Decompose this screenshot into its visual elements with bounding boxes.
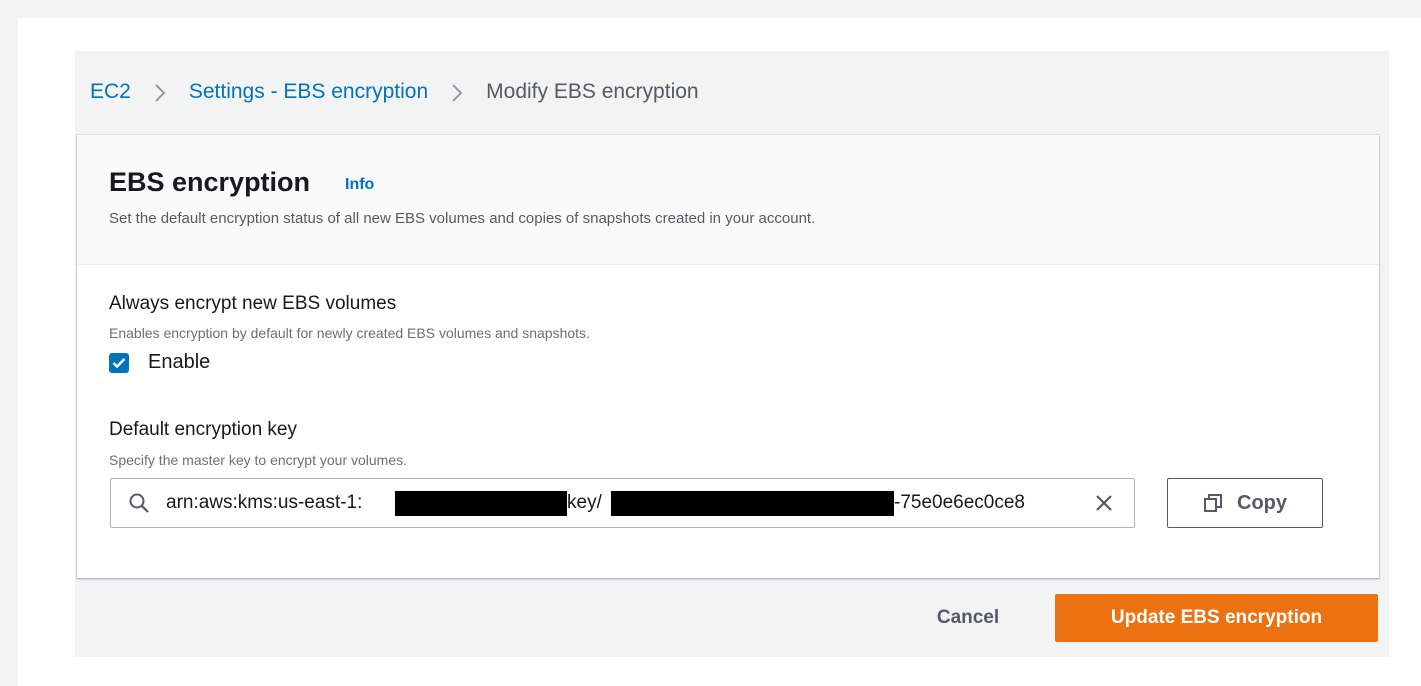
- checkmark-icon: [112, 357, 126, 368]
- redaction-bar: [611, 491, 894, 516]
- copy-icon: [1204, 494, 1222, 512]
- key-value-suffix: -75e0e6ec0ce8: [894, 492, 1025, 513]
- redaction-bar: [395, 491, 567, 516]
- cancel-button[interactable]: Cancel: [920, 603, 1016, 633]
- update-ebs-encryption-button[interactable]: Update EBS encryption: [1055, 594, 1378, 642]
- copy-button[interactable]: Copy: [1167, 478, 1323, 528]
- enable-checkbox-row[interactable]: Enable: [109, 351, 210, 374]
- always-encrypt-description: Enables encryption by default for newly …: [109, 325, 590, 341]
- enable-checkbox-label: Enable: [148, 351, 211, 373]
- close-icon[interactable]: [1094, 493, 1114, 518]
- key-value-prefix: arn:aws:kms:us-east-1:: [166, 492, 363, 513]
- breadcrumb-ec2[interactable]: EC2: [90, 80, 131, 104]
- copy-button-label: Copy: [1237, 491, 1287, 514]
- always-encrypt-label: Always encrypt new EBS volumes: [109, 293, 397, 314]
- info-link[interactable]: Info: [345, 176, 374, 194]
- enable-checkbox[interactable]: [109, 352, 129, 373]
- breadcrumb-current: Modify EBS encryption: [486, 80, 699, 103]
- panel-description: Set the default encryption status of all…: [109, 210, 816, 227]
- search-icon: [128, 492, 150, 519]
- breadcrumb-settings-ebs-encryption[interactable]: Settings - EBS encryption: [189, 80, 428, 104]
- default-key-label: Default encryption key: [109, 419, 297, 440]
- panel-header: EBS encryption Info Set the default encr…: [77, 135, 1379, 265]
- ebs-encryption-panel: EBS encryption Info Set the default encr…: [77, 135, 1379, 578]
- chevron-right-icon: [153, 82, 167, 102]
- key-value-middle: key/: [567, 492, 602, 513]
- panel-title: EBS encryption: [109, 167, 311, 197]
- encryption-key-input[interactable]: arn:aws:kms:us-east-1: key/ -75e0e6ec0ce…: [110, 478, 1135, 528]
- default-key-description: Specify the master key to encrypt your v…: [109, 452, 408, 468]
- breadcrumb: EC2 Settings - EBS encryption Modify EBS…: [90, 80, 699, 104]
- chevron-right-icon: [450, 82, 464, 102]
